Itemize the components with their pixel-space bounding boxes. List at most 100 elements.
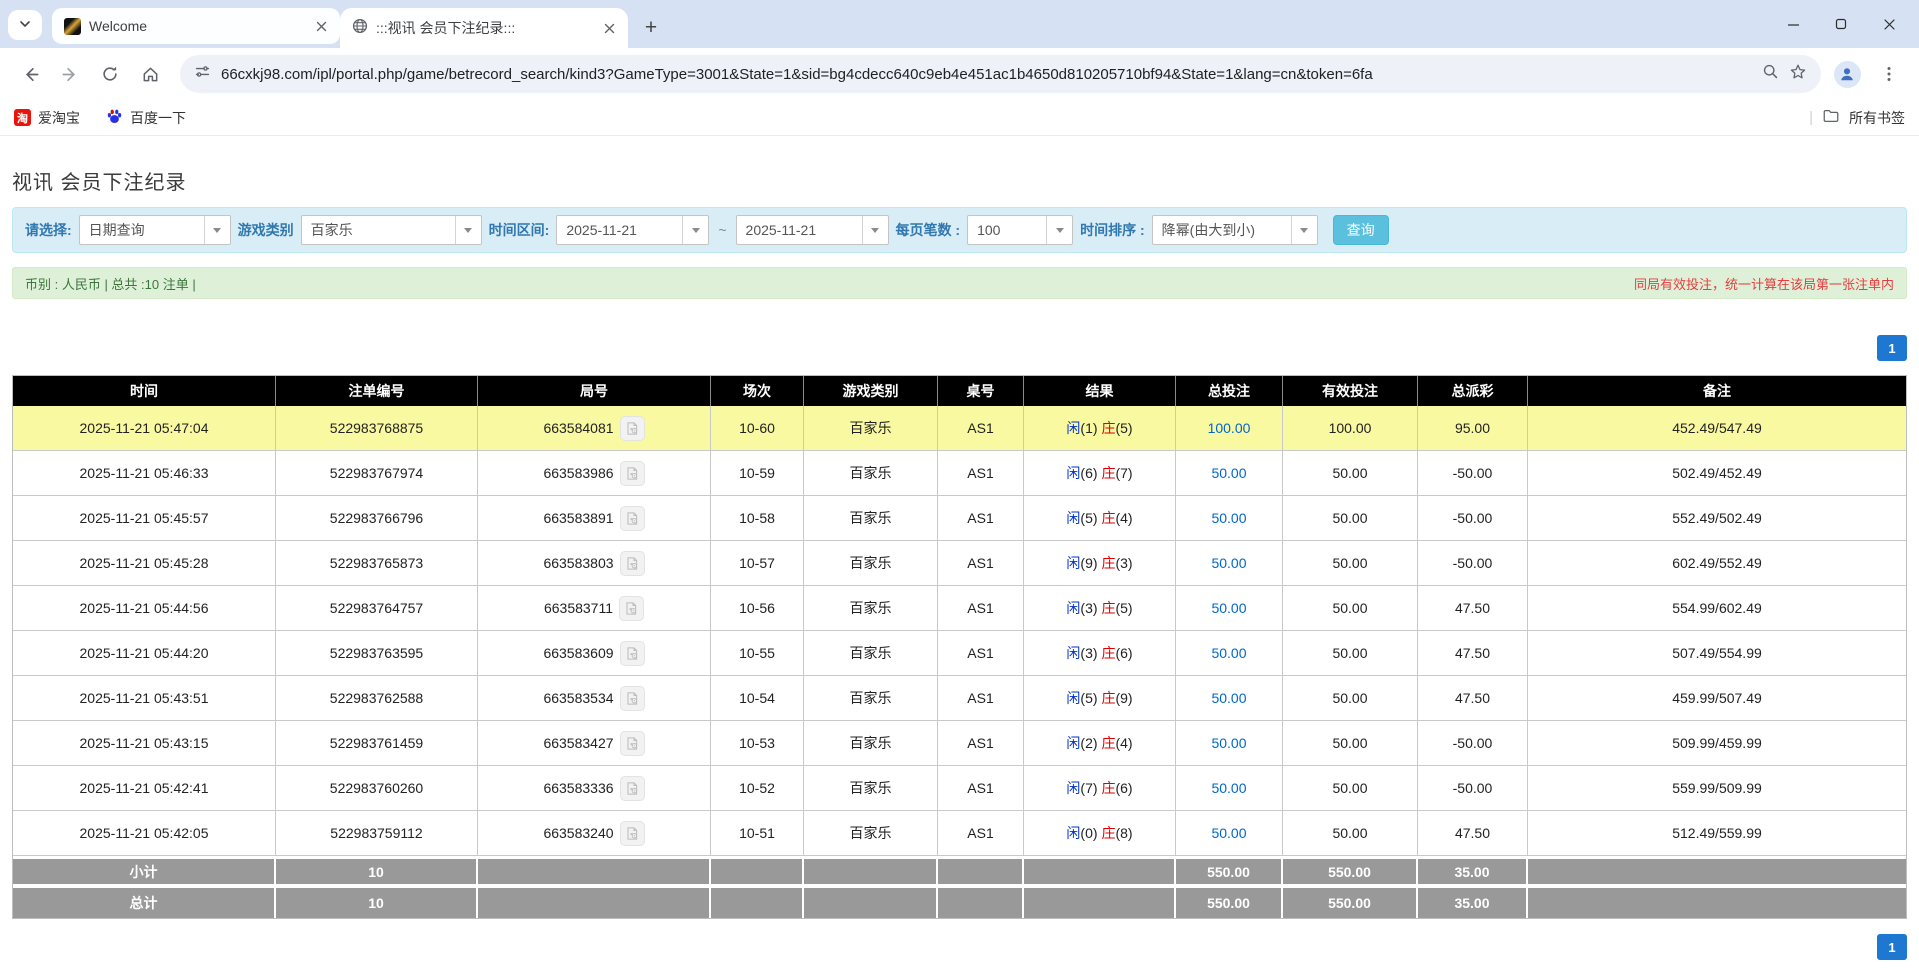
cell-valid-bet: 50.00	[1283, 631, 1418, 676]
video-replay-icon[interactable]	[620, 731, 645, 756]
page-number-button[interactable]: 1	[1877, 335, 1907, 361]
cell-result: 闲(2) 庄(4)	[1024, 721, 1176, 766]
query-type-select[interactable]: 日期查询	[79, 215, 231, 245]
cell-time: 2025-11-21 05:47:04	[13, 406, 276, 451]
cell-payout: 47.50	[1418, 676, 1528, 721]
minimize-icon[interactable]	[1773, 7, 1813, 41]
bookmark-label: 爱淘宝	[38, 108, 80, 128]
cell-remark: 602.49/552.49	[1528, 541, 1906, 586]
table-row: 2025-11-21 05:45:57 522983766796 6635838…	[13, 496, 1906, 541]
all-bookmarks[interactable]: | 所有书签	[1809, 107, 1905, 128]
back-icon[interactable]	[12, 56, 48, 92]
tab-betrecord[interactable]: :::视讯 会员下注纪录:::	[340, 8, 628, 48]
cell-time: 2025-11-21 05:42:05	[13, 811, 276, 856]
player-label: 闲	[1066, 645, 1080, 661]
video-replay-icon[interactable]	[620, 461, 645, 486]
video-replay-icon[interactable]	[620, 506, 645, 531]
total-bet-link[interactable]: 50.00	[1211, 780, 1246, 796]
banker-points: (8)	[1115, 825, 1132, 841]
summary-info-bar: 币别 : 人民币 | 总共 :10 注单 | 同局有效投注，统一计算在该局第一张…	[12, 267, 1907, 299]
cell-payout: -50.00	[1418, 451, 1528, 496]
player-points: (5)	[1080, 510, 1097, 526]
forward-icon[interactable]	[52, 56, 88, 92]
bookmark-taobao[interactable]: 淘 爱淘宝	[14, 108, 80, 128]
tab-search-button[interactable]	[8, 10, 42, 40]
video-replay-icon[interactable]	[619, 596, 644, 621]
cell-payout: -50.00	[1418, 541, 1528, 586]
cell-result: 闲(5) 庄(9)	[1024, 676, 1176, 721]
date-to-picker[interactable]: 2025-11-21	[736, 215, 889, 245]
video-replay-icon[interactable]	[620, 641, 645, 666]
dropdown-arrow-icon	[1291, 216, 1317, 244]
table-row: 2025-11-21 05:42:05 522983759112 6635832…	[13, 811, 1906, 856]
total-bet-link[interactable]: 50.00	[1211, 735, 1246, 751]
tab-welcome[interactable]: Welcome	[52, 8, 340, 44]
video-replay-icon[interactable]	[620, 551, 645, 576]
video-replay-icon[interactable]	[620, 776, 645, 801]
cell-table-no: AS1	[938, 676, 1024, 721]
banker-label: 庄	[1101, 555, 1115, 571]
home-icon[interactable]	[132, 56, 168, 92]
close-window-icon[interactable]	[1869, 7, 1909, 41]
round-number: 663583609	[543, 645, 613, 661]
query-button[interactable]: 查询	[1333, 215, 1389, 245]
cell-remark: 459.99/507.49	[1528, 676, 1906, 721]
subtotal-row: 小计 10 550.00 550.00 35.00	[13, 856, 1906, 887]
col-game-type: 游戏类别	[804, 376, 938, 406]
video-replay-icon[interactable]	[620, 416, 645, 441]
url-bar[interactable]: 66cxkj98.com/ipl/portal.php/game/betreco…	[180, 55, 1821, 93]
reload-icon[interactable]	[92, 56, 128, 92]
cell-bet-id: 522983767974	[276, 451, 478, 496]
col-bet-id: 注单编号	[276, 376, 478, 406]
zoom-icon[interactable]	[1762, 63, 1779, 85]
maximize-icon[interactable]	[1821, 7, 1861, 41]
menu-kebab-icon[interactable]	[1873, 58, 1905, 90]
total-bet-link[interactable]: 50.00	[1211, 600, 1246, 616]
video-replay-icon[interactable]	[620, 821, 645, 846]
cell-bet-id: 522983764757	[276, 586, 478, 631]
close-tab-icon[interactable]	[312, 17, 330, 35]
total-bet-link[interactable]: 50.00	[1211, 555, 1246, 571]
total-bet-link[interactable]: 50.00	[1211, 465, 1246, 481]
bookmark-baidu[interactable]: 百度一下	[106, 108, 186, 128]
select-value: 百家乐	[302, 220, 455, 240]
total-bet-link[interactable]: 50.00	[1211, 510, 1246, 526]
new-tab-button[interactable]: +	[636, 12, 666, 42]
cell-time: 2025-11-21 05:43:15	[13, 721, 276, 766]
per-page-select[interactable]: 100	[967, 215, 1073, 245]
pagination-bottom: 1	[12, 934, 1907, 960]
cell-round: 663583534	[478, 676, 711, 721]
banker-label: 庄	[1101, 420, 1115, 436]
date-from-picker[interactable]: 2025-11-21	[556, 215, 709, 245]
page-number-button[interactable]: 1	[1877, 934, 1907, 960]
total-bet-link[interactable]: 50.00	[1211, 645, 1246, 661]
banker-points: (6)	[1115, 645, 1132, 661]
folder-icon	[1822, 107, 1840, 128]
player-points: (5)	[1080, 690, 1097, 706]
url-text[interactable]: 66cxkj98.com/ipl/portal.php/game/betreco…	[221, 66, 1752, 83]
divider: |	[1809, 109, 1813, 126]
player-points: (6)	[1080, 465, 1097, 481]
site-settings-icon[interactable]	[194, 63, 211, 85]
cell-session: 10-51	[711, 811, 804, 856]
cell-total-bet: 50.00	[1176, 811, 1283, 856]
banker-label: 庄	[1101, 825, 1115, 841]
cell-table-no: AS1	[938, 721, 1024, 766]
cell-valid-bet: 50.00	[1283, 541, 1418, 586]
sort-order-select[interactable]: 降幂(由大到小)	[1152, 215, 1318, 245]
total-bet-link[interactable]: 50.00	[1211, 690, 1246, 706]
video-replay-icon[interactable]	[620, 686, 645, 711]
total-bet-link[interactable]: 100.00	[1208, 420, 1251, 436]
round-number: 663583711	[544, 600, 613, 616]
game-type-select[interactable]: 百家乐	[301, 215, 482, 245]
cell-bet-id: 522983759112	[276, 811, 478, 856]
player-points: (3)	[1080, 645, 1097, 661]
close-tab-icon[interactable]	[600, 19, 618, 37]
grand-payout: 35.00	[1418, 887, 1528, 918]
all-bookmarks-label: 所有书签	[1849, 108, 1905, 128]
globe-icon	[352, 18, 368, 39]
total-bet-link[interactable]: 50.00	[1211, 825, 1246, 841]
profile-avatar[interactable]	[1831, 58, 1863, 90]
bookmark-star-icon[interactable]	[1789, 63, 1807, 86]
bookmark-label: 百度一下	[130, 108, 186, 128]
